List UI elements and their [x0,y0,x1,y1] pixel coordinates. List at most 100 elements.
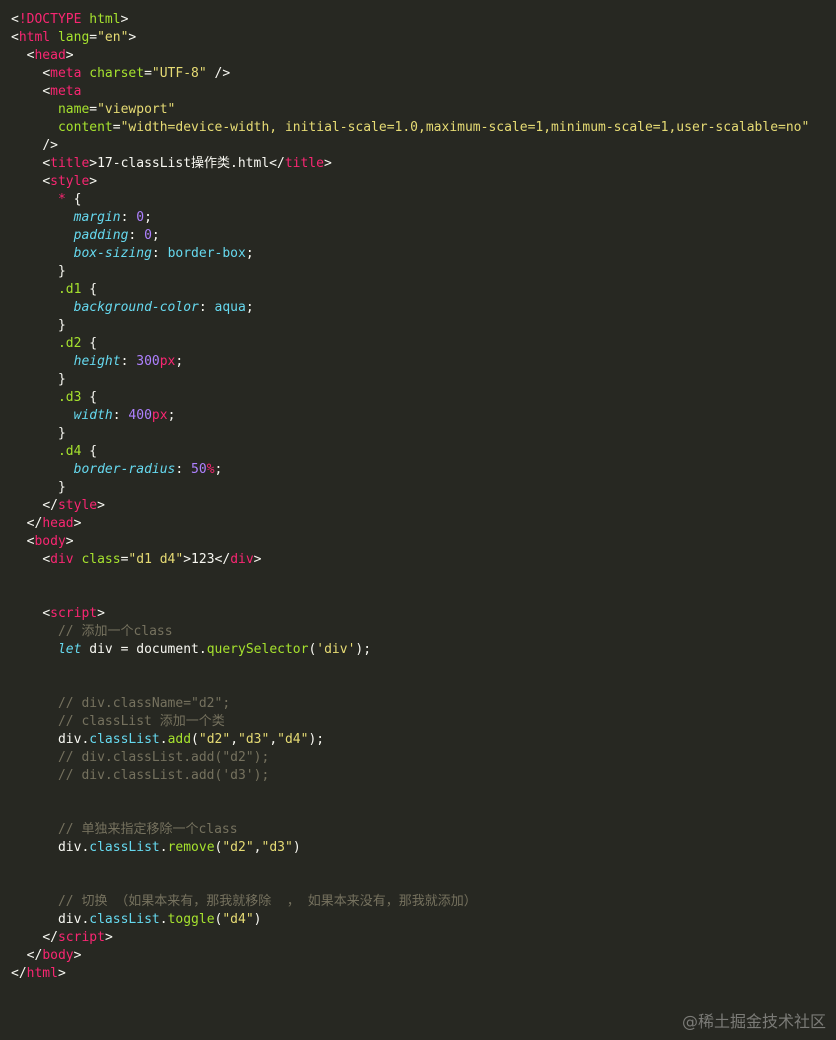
code-token: </ [26,948,43,963]
code-token: // div.className="d2"; [57,696,231,711]
code-token: < [42,66,51,81]
code-line: * { [11,191,809,209]
code-token: ; [175,354,184,369]
code-token: box-sizing [73,246,152,261]
code-token: 123 [191,552,215,567]
code-token: } [57,318,66,333]
code-token: < [11,30,19,45]
code-line: margin: 0; [11,209,809,227]
code-token: "d3" [261,840,293,855]
code-line: <head> [11,47,809,65]
code-line: </style> [11,497,809,515]
code-token: = [112,120,121,135]
code-token: querySelector [206,642,309,657]
code-token: < [42,84,51,99]
code-token: script [57,930,105,945]
code-token: . [159,840,168,855]
code-token: > [323,156,332,171]
code-token: : [128,228,145,243]
code-line: <!DOCTYPE html> [11,11,809,29]
code-token: </ [269,156,285,171]
code-token: let [57,642,82,657]
code-editor: <!DOCTYPE html> <html lang="en"> <head> <… [0,0,836,1040]
code-token: < [42,156,51,171]
code-token: padding [73,228,129,243]
code-token: { [89,282,98,297]
code-line: let div = document.querySelector('div'); [11,641,809,659]
code-token: } [57,372,66,387]
code-token: "width=device-width, initial-scale=1.0,m… [120,120,810,135]
code-token: toggle [167,912,215,927]
code-token: } [57,264,66,279]
code-token: script [50,606,98,621]
code-line: // div.classList.add("d2"); [11,749,809,767]
code-token: 400 [128,408,152,423]
code-token: class [81,552,121,567]
code-token: 'div' [316,642,356,657]
code-token: px [151,408,168,423]
code-token: = [89,30,98,45]
code-token: : [175,462,192,477]
code-line: height: 300px; [11,353,809,371]
code-token: div [57,840,82,855]
code-line: .d3 { [11,389,809,407]
code-line: box-sizing: border-box; [11,245,809,263]
code-token: : [112,408,129,423]
code-line: <meta [11,83,809,101]
code-token: : [151,246,168,261]
code-token: style [50,174,90,189]
code-token: div [50,552,74,567]
code-token: lang [57,30,90,45]
code-line: <title>17-classList操作类.html</title> [11,155,809,173]
code-line: // div.classList.add('d3'); [11,767,809,785]
code-line: content="width=device-width, initial-sca… [11,119,809,137]
code-token: ; [151,228,160,243]
code-line: <script> [11,605,809,623]
code-line: background-color: aqua; [11,299,809,317]
code-token: // 添加一个class [57,624,173,639]
code-token: html [26,966,58,981]
code-token: style [57,498,98,513]
code-line: div.classList.remove("d2","d3") [11,839,809,857]
code-token: title [50,156,90,171]
code-token: // 单独来指定移除一个class [57,822,238,837]
code-line: // 添加一个class [11,623,809,641]
watermark: @稀土掘金技术社区 [681,1012,826,1031]
code-token: = [144,66,152,81]
code-token: head [34,48,66,63]
code-line: name="viewport" [11,101,809,119]
code-token: > [65,534,74,549]
code-token: . [159,912,168,927]
code-token: content [57,120,113,135]
code-token: ); [308,732,325,747]
code-token: /> [42,138,58,153]
code-token: 50 [191,462,207,477]
